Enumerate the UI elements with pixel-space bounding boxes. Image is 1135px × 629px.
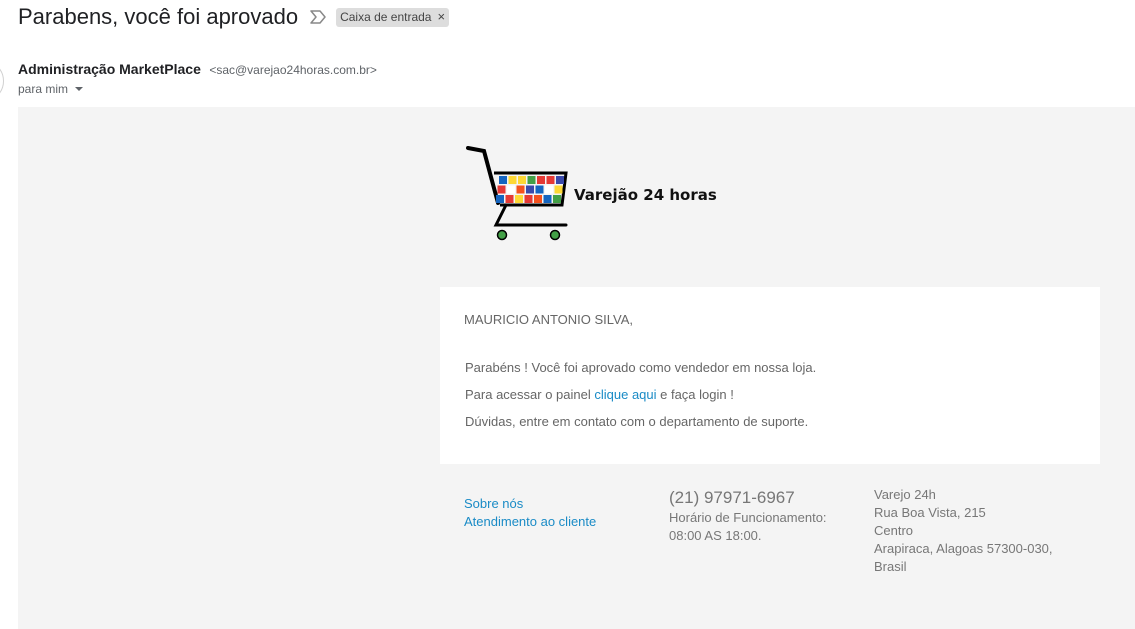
support-message: Dúvidas, entre em contato com o departam… [465,414,809,429]
panel-access-suffix: e faça login ! [656,387,734,402]
email-subject: Parabens, você foi aprovado [18,4,299,29]
footer-links: Sobre nós Atendimento ao cliente [464,495,596,531]
recipient-details-toggle[interactable]: para mim [18,82,84,96]
address-company: Varejo 24h [874,487,936,502]
hours-label: Horário de Funcionamento: [669,510,827,525]
address-district: Centro [874,523,914,538]
sender-name[interactable]: Administração MarketPlace [18,61,201,77]
greeting-text: MAURICIO ANTONIO SILVA, [464,312,634,327]
message-card: MAURICIO ANTONIO SILVA, Parabéns ! Você … [440,287,1100,464]
footer-contact: (21) 97971-6967 Horário de Funcionamento… [669,487,827,545]
sender-avatar [0,60,4,102]
sender-email: <sac@varejao24horas.com.br> [209,63,377,77]
sender-row: Administração MarketPlace <sac@varejao24… [18,61,377,79]
click-here-link[interactable]: clique aqui [594,387,656,402]
about-us-link[interactable]: Sobre nós [464,495,596,513]
chevron-down-icon[interactable] [75,87,84,91]
store-name: Varejão 24 horas [574,186,717,204]
inbox-label-chip: Caixa de entrada × [336,7,450,27]
panel-access-prefix: Para acessar o painel [465,387,595,402]
customer-service-link[interactable]: Atendimento ao cliente [464,513,596,531]
subject-row: Parabens, você foi aprovado Caixa de ent… [18,3,450,31]
address-street: Rua Boa Vista, 215 [874,505,986,520]
phone-number: (21) 97971-6967 [669,488,795,507]
address-country: Brasil [874,559,907,574]
footer-address: Varejo 24h Rua Boa Vista, 215 Centro Ara… [874,486,1053,576]
importance-marker-icon[interactable] [310,9,328,25]
panel-access-message: Para acessar o painel clique aqui e faça… [465,387,734,402]
remove-label-icon[interactable]: × [437,10,445,23]
email-body: Varejão 24 horas MAURICIO ANTONIO SILVA,… [18,107,1135,629]
approval-message: Parabéns ! Você foi aprovado como vended… [465,360,817,375]
inbox-label-text: Caixa de entrada [340,9,432,24]
recipient-label: para mim [18,82,69,96]
business-hours: 08:00 AS 18:00. [669,528,762,543]
address-city: Arapiraca, Alagoas 57300-030, [874,541,1053,556]
